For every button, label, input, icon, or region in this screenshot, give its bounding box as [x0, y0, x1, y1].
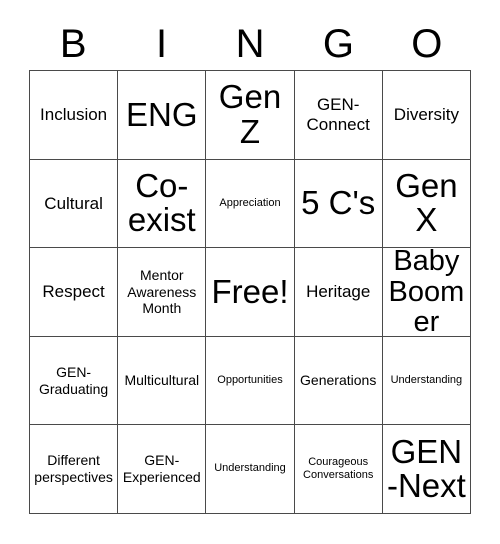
header-letter-b: B	[59, 22, 87, 66]
bingo-cell-label: GEN-Next	[386, 432, 466, 505]
bingo-cell[interactable]: Multicultural	[118, 336, 207, 426]
header-letter-o: O	[411, 22, 443, 66]
bingo-header-row: B I N G O	[29, 18, 471, 70]
bingo-cell[interactable]: Courageous Conversations	[294, 425, 383, 514]
bingo-cell[interactable]: ENG	[118, 71, 207, 160]
bingo-cell-label: Multicultural	[124, 372, 200, 389]
bingo-cell[interactable]: Mentor Awareness Month	[118, 248, 207, 337]
bingo-cell-label: Gen Z	[218, 78, 282, 150]
bingo-grid: Inclusion ENG Gen Z GEN-Connect Diversit…	[29, 70, 471, 514]
bingo-card: B I N G O Inclusion ENG Gen Z GEN-Connec…	[0, 0, 500, 544]
bingo-cell[interactable]: Understanding	[206, 425, 295, 514]
bingo-cell[interactable]: Opportunities	[206, 336, 295, 426]
bingo-cell[interactable]: Inclusion	[30, 71, 119, 160]
bingo-cell-label: Generations	[300, 372, 377, 389]
bingo-cell[interactable]: Co-exist	[118, 159, 207, 249]
bingo-cell-label: Co-exist	[127, 167, 196, 239]
bingo-cell-label: GEN-Connect	[306, 95, 370, 134]
bingo-cell[interactable]: Heritage	[294, 248, 383, 337]
bingo-cell-label: GEN-Graduating	[38, 363, 109, 397]
bingo-cell-label: Understanding	[390, 373, 463, 386]
bingo-cell-label: Free!	[211, 272, 289, 310]
bingo-cell-label: Baby Boomer	[388, 248, 465, 337]
bingo-cell-label: Mentor Awareness Month	[127, 266, 197, 317]
bingo-cell[interactable]: Gen Z	[206, 71, 295, 160]
bingo-cell-label: Cultural	[44, 193, 103, 213]
bingo-cell-label: Appreciation	[219, 196, 281, 209]
bingo-cell-label: Heritage	[306, 282, 371, 302]
bingo-cell[interactable]: Appreciation	[206, 159, 295, 249]
header-letter-i: I	[156, 22, 168, 66]
bingo-cell[interactable]: Gen X	[382, 159, 471, 249]
bingo-cell-label: ENG	[126, 95, 198, 133]
bingo-cell[interactable]: Understanding	[382, 336, 471, 426]
bingo-cell[interactable]: Respect	[30, 248, 119, 337]
bingo-cell-free[interactable]: Free!	[206, 248, 295, 337]
header-letter-n: N	[235, 22, 265, 66]
bingo-cell[interactable]: GEN-Connect	[294, 71, 383, 160]
bingo-cell-label: Respect	[42, 282, 105, 302]
bingo-cell[interactable]: 5 C's	[294, 159, 383, 249]
header-letter-g: G	[322, 22, 354, 66]
bingo-cell[interactable]: Diversity	[382, 71, 471, 160]
bingo-cell-label: Inclusion	[40, 105, 108, 125]
bingo-cell-label: Opportunities	[217, 373, 283, 386]
bingo-cell[interactable]: Cultural	[30, 159, 119, 249]
bingo-cell-label: 5 C's	[301, 184, 376, 222]
bingo-cell[interactable]: Baby Boomer	[382, 248, 471, 337]
bingo-cell[interactable]: Generations	[294, 336, 383, 426]
bingo-cell-label: Diversity	[393, 105, 459, 125]
bingo-cell[interactable]: GEN-Graduating	[30, 336, 119, 426]
bingo-cell-label: Different perspectives	[34, 452, 113, 486]
bingo-cell[interactable]: Different perspectives	[30, 425, 119, 514]
bingo-cell-label: GEN-Experienced	[122, 452, 201, 486]
bingo-cell[interactable]: GEN-Next	[382, 425, 471, 514]
bingo-cell-label: Understanding	[214, 462, 286, 475]
bingo-cell-label: Gen X	[395, 167, 458, 239]
bingo-cell-label: Courageous Conversations	[303, 455, 374, 482]
bingo-cell[interactable]: GEN-Experienced	[118, 425, 207, 514]
